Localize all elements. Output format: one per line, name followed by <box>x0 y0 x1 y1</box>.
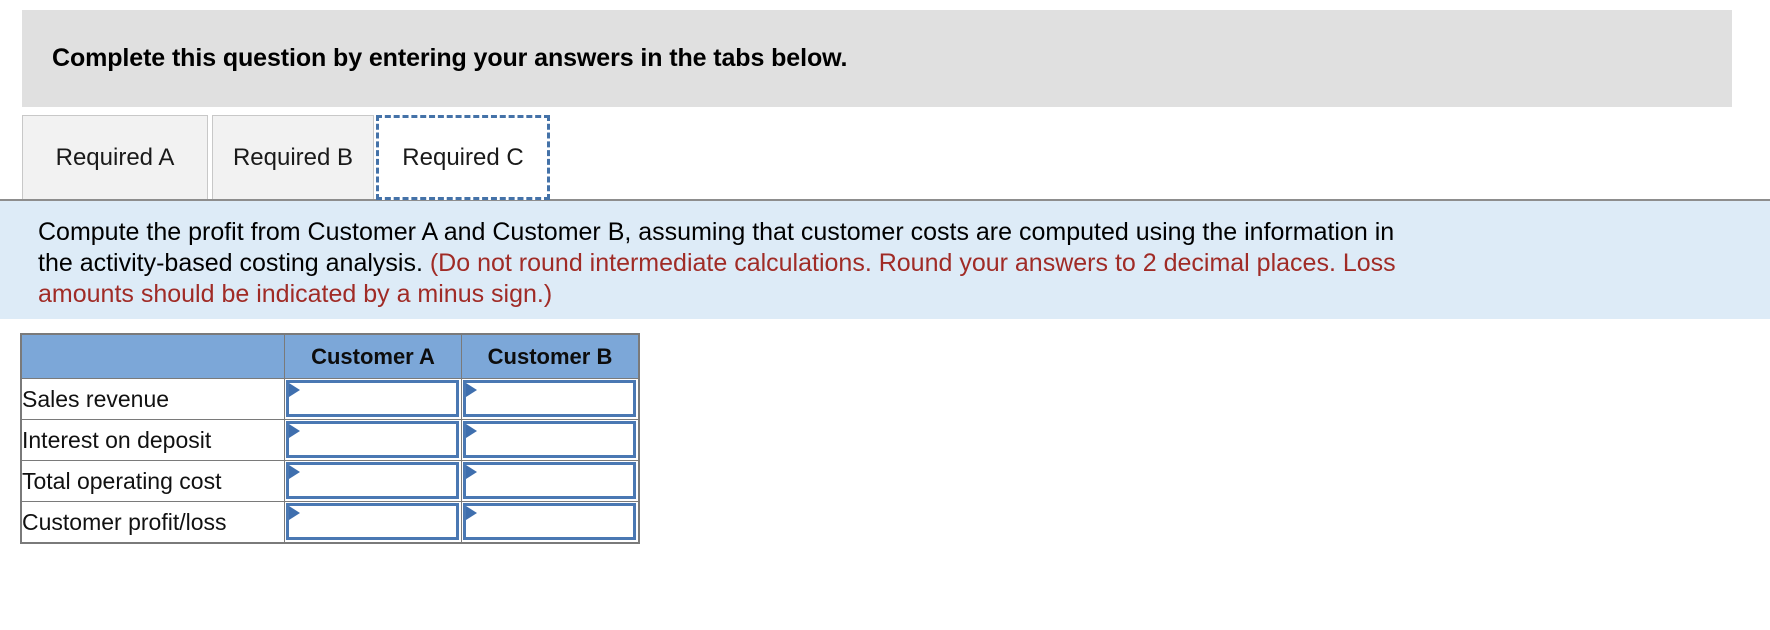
tab-required-a[interactable]: Required A <box>22 115 208 200</box>
instruction-line-3-note: amounts should be indicated by a minus s… <box>38 280 553 308</box>
tab-required-b[interactable]: Required B <box>212 115 374 200</box>
row-label-interest-on-deposit: Interest on deposit <box>21 419 285 461</box>
input-customer-profit-loss-customer-a[interactable] <box>286 503 459 540</box>
header-customer-b: Customer B <box>461 334 639 379</box>
input-interest-on-deposit-customer-b[interactable] <box>463 421 636 458</box>
tab-required-a-label: Required A <box>55 144 175 171</box>
row-label-customer-profit-loss: Customer profit/loss <box>21 501 285 543</box>
cell-interest-on-deposit-customer-b[interactable] <box>461 419 639 461</box>
tab-required-c[interactable]: Required C <box>376 115 550 200</box>
cell-interest-on-deposit-customer-a[interactable] <box>284 419 462 461</box>
table-row: Sales revenue <box>21 378 639 420</box>
input-customer-profit-loss-customer-b[interactable] <box>463 503 636 540</box>
cell-sales-revenue-customer-a[interactable] <box>284 378 462 420</box>
row-label-total-operating-cost: Total operating cost <box>21 460 285 502</box>
instruction-line-1: Compute the profit from Customer A and C… <box>38 218 1395 246</box>
instruction-panel: Compute the profit from Customer A and C… <box>0 201 1770 319</box>
instruction-line-2-note: (Do not round intermediate calculations.… <box>429 249 1396 277</box>
header-blank <box>21 334 285 379</box>
input-total-operating-cost-customer-a[interactable] <box>286 462 459 499</box>
banner-title: Complete this question by entering your … <box>52 44 848 72</box>
cell-total-operating-cost-customer-a[interactable] <box>284 460 462 502</box>
cell-total-operating-cost-customer-b[interactable] <box>461 460 639 502</box>
input-sales-revenue-customer-a[interactable] <box>286 380 459 417</box>
row-label-sales-revenue: Sales revenue <box>21 378 285 420</box>
cell-customer-profit-loss-customer-a[interactable] <box>284 501 462 543</box>
table-header-row: Customer A Customer B <box>21 334 639 379</box>
tab-required-c-label: Required C <box>402 143 524 171</box>
instruction-banner: Complete this question by entering your … <box>22 10 1732 107</box>
table-row: Interest on deposit <box>21 419 639 461</box>
instruction-line-2: the activity-based costing analysis. (Do… <box>38 248 1746 279</box>
input-sales-revenue-customer-b[interactable] <box>463 380 636 417</box>
answer-table-container: Customer A Customer B Sales revenue Inte… <box>20 333 640 544</box>
input-interest-on-deposit-customer-a[interactable] <box>286 421 459 458</box>
tab-required-b-label: Required B <box>232 144 354 171</box>
instruction-line-2-main: the activity-based costing analysis. <box>38 249 430 277</box>
table-row: Total operating cost <box>21 460 639 502</box>
tab-strip: Required A Required B Required C <box>22 115 1748 200</box>
answer-table: Customer A Customer B Sales revenue Inte… <box>21 334 639 543</box>
input-total-operating-cost-customer-b[interactable] <box>463 462 636 499</box>
question-page: Complete this question by entering your … <box>0 0 1770 630</box>
table-row: Customer profit/loss <box>21 501 639 543</box>
cell-sales-revenue-customer-b[interactable] <box>461 378 639 420</box>
header-customer-a: Customer A <box>284 334 462 379</box>
cell-customer-profit-loss-customer-b[interactable] <box>461 501 639 543</box>
